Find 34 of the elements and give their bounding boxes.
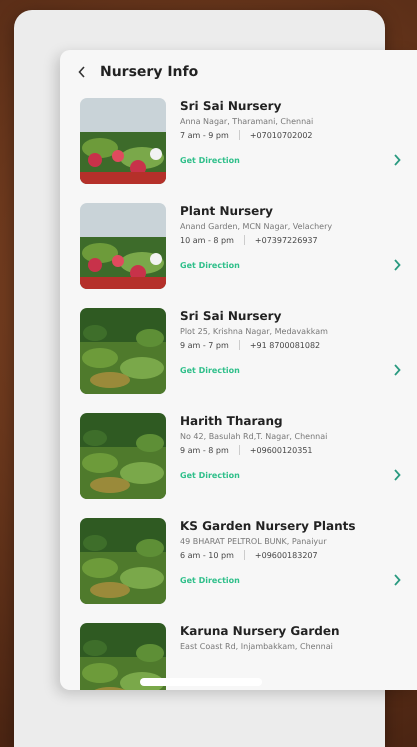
chevron-icon[interactable] (393, 574, 401, 586)
phone-number: +91 8700081082 (250, 340, 320, 350)
back-icon[interactable] (78, 66, 86, 78)
nursery-name: Plant Nursery (180, 204, 274, 218)
get-direction-link[interactable]: Get Direction (180, 156, 240, 164)
phone-number: +07010702002 (250, 130, 313, 140)
nursery-address: 49 BHARAT PELTROL BUNK, Panaiyur (180, 537, 328, 546)
nursery-address: Plot 25, Krishna Nagar, Medavakkam (180, 327, 329, 336)
nursery-address: Anand Garden, MCN Nagar, Velachery (180, 222, 334, 231)
nursery-address: No 42, Basulah Rd,T. Nagar, Chennai (180, 432, 328, 441)
nursery-name: Harith Tharang (180, 414, 284, 428)
nursery-name: KS Garden Nursery Plants (180, 519, 357, 533)
phone-number: +09600183207 (254, 550, 318, 560)
nursery-name: Sri Sai Nursery (180, 99, 282, 113)
nursery-address: Anna Nagar, Tharamani, Chennai (180, 117, 314, 126)
opening-hours: 10 am - 8 pm (180, 236, 234, 244)
opening-hours: 6 am - 10 pm (180, 550, 234, 560)
get-direction-link[interactable]: Get Direction (180, 576, 240, 584)
get-direction-link[interactable]: Get Direction (180, 366, 240, 374)
opening-hours: 9 am - 7 pm (180, 340, 229, 350)
nursery-address: East Coast Rd, Injambakkam, Chennai (180, 642, 334, 651)
chevron-icon[interactable] (393, 259, 401, 271)
chevron-icon[interactable] (393, 364, 401, 376)
get-direction-link[interactable]: Get Direction (180, 260, 240, 270)
opening-hours: 9 am - 8 pm (180, 446, 229, 454)
nursery-name: Sri Sai Nursery (180, 309, 282, 323)
screen-title: Nursery Info (100, 64, 198, 80)
opening-hours: 7 am - 9 pm (180, 130, 229, 140)
nursery-name: Karuna Nursery Garden (180, 624, 341, 638)
phone-number: +09600120351 (250, 446, 313, 454)
chevron-icon[interactable] (393, 469, 401, 481)
get-direction-link[interactable]: Get Direction (180, 470, 240, 480)
chevron-icon[interactable] (393, 154, 401, 166)
phone-number: +07397226937 (254, 236, 318, 244)
